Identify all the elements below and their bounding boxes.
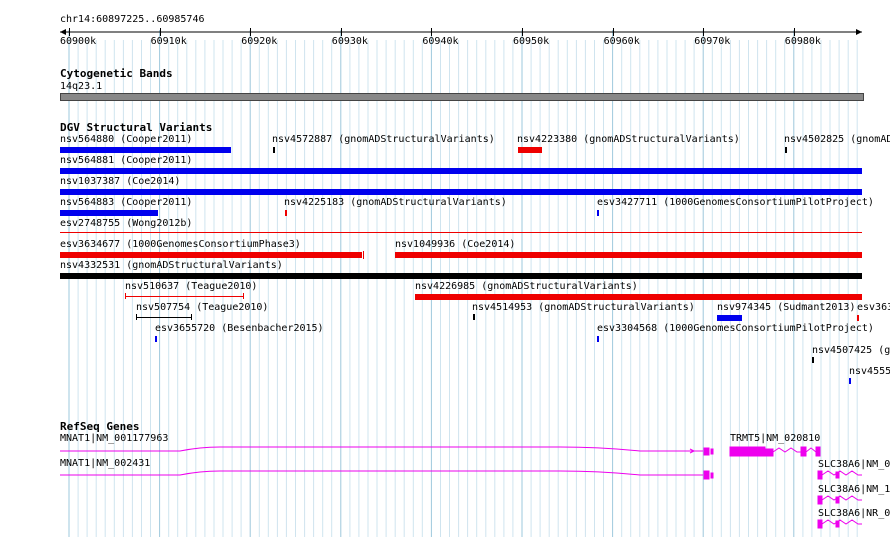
gene-model-slc38a6-nm-0 <box>817 470 862 480</box>
gene-model-slc38a6-nm-1 <box>817 495 862 505</box>
gene-model-trmt5 <box>729 446 821 457</box>
refseq-gene-models[interactable] <box>0 0 890 537</box>
gene-model-mnat1-nm-002431 <box>60 470 714 480</box>
gene-model-slc38a6-nr-0 <box>817 519 862 529</box>
gene-model-mnat1-nm-001177963 <box>60 446 714 456</box>
